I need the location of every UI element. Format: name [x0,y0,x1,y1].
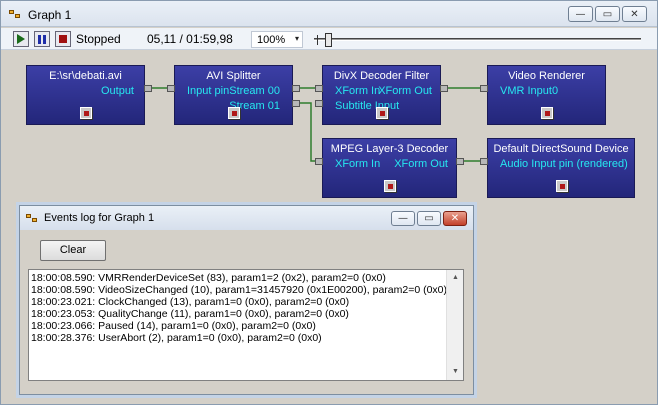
pin-label: VMR Input0 [500,85,559,97]
pin-label: XForm In [335,158,381,170]
graph-app-icon [9,10,21,19]
pin-label: Stream 00 [229,85,280,97]
graph-app-icon [26,214,38,223]
output-pin[interactable] [456,158,464,165]
properties-icon [84,111,89,116]
log-entry: 18:00:23.053: QualityChange (11), param1… [31,308,349,320]
filter-source-file[interactable]: E:\sr\debati.avi Output [26,65,152,125]
pin-label: Subtitle Input [335,100,400,112]
clear-button[interactable]: Clear [40,240,106,261]
filter-properties-button[interactable] [376,107,388,119]
filter-directsound-device[interactable]: Default DirectSound Device Audio Input p… [480,138,635,198]
properties-icon [388,184,393,189]
minimize-button[interactable]: — [568,6,593,22]
playback-time: 05,11 / 01:59,98 [147,32,233,46]
input-pin[interactable] [315,100,323,107]
filter-name: AVI Splitter [206,70,261,82]
input-pin[interactable] [315,85,323,92]
output-pin[interactable] [292,100,300,107]
events-maximize-button[interactable]: ▭ [417,211,441,226]
output-pin[interactable] [292,85,300,92]
filter-properties-button[interactable] [556,180,568,192]
events-log-list[interactable]: 18:00:08.590: VMRRenderDeviceSet (83), p… [28,269,464,381]
pause-icon [38,34,46,44]
maximize-icon: ▭ [602,8,613,20]
filter-properties-button[interactable] [384,180,396,192]
filter-divx-decoder[interactable]: DivX Decoder Filter XForm In XForm Out S… [315,65,448,125]
events-minimize-button[interactable]: — [391,211,415,226]
pause-button[interactable] [34,31,50,47]
output-pin[interactable] [440,85,448,92]
filter-properties-button[interactable] [541,107,553,119]
seek-start-tick [317,35,318,45]
title-bar[interactable]: Graph 1 — ▭ ✕ [1,1,657,27]
playback-state: Stopped [76,32,121,46]
log-scrollbar[interactable]: ▲ ▼ [446,270,463,380]
pin-label: XForm Out [378,85,432,97]
minimize-icon: — [575,8,586,20]
properties-icon [560,184,565,189]
events-log-dialog: Events log for Graph 1 — ▭ ✕ Clear 18:00… [19,205,474,395]
log-entry: 18:00:08.590: VideoSizeChanged (10), par… [31,284,448,296]
log-entry: 18:00:08.590: VMRRenderDeviceSet (83), p… [31,272,386,284]
stop-button[interactable] [55,31,71,47]
input-pin[interactable] [480,85,488,92]
output-pin[interactable] [144,85,152,92]
events-dialog-title: Events log for Graph 1 [44,212,155,224]
pin-label: XForm In [335,85,381,97]
maximize-icon: ▭ [424,213,434,224]
minimize-icon: — [398,213,408,224]
scroll-down-icon[interactable]: ▼ [447,364,464,380]
filter-name: Default DirectSound Device [493,143,629,155]
filter-properties-button[interactable] [80,107,92,119]
properties-icon [545,111,550,116]
seek-slider[interactable] [314,33,641,47]
play-button[interactable] [13,31,29,47]
chevron-down-icon: ▾ [294,34,299,43]
zoom-select[interactable]: 100% ▾ [251,31,303,48]
play-icon [17,34,25,44]
scroll-up-icon[interactable]: ▲ [447,270,464,286]
filter-name: E:\sr\debati.avi [49,70,122,82]
close-button[interactable]: ✕ [622,6,647,22]
events-title-bar[interactable]: Events log for Graph 1 — ▭ ✕ [20,206,473,230]
properties-icon [380,111,385,116]
filter-name: MPEG Layer-3 Decoder [330,143,449,155]
toolbar: Stopped 05,11 / 01:59,98 100% ▾ [1,28,657,50]
wire-stream01-to-mp3 [293,102,322,162]
filter-video-renderer[interactable]: Video Renderer VMR Input0 [480,65,606,125]
input-pin[interactable] [480,158,488,165]
events-close-button[interactable]: ✕ [443,211,467,226]
log-entry: 18:00:23.066: Paused (14), param1=0 (0x0… [31,320,316,332]
filter-mpeg-layer3-decoder[interactable]: MPEG Layer-3 Decoder XForm In XForm Out [315,138,464,198]
filter-avi-splitter[interactable]: AVI Splitter Input pin Stream 00 Stream … [167,65,300,125]
input-pin[interactable] [315,158,323,165]
pin-label: Audio Input pin (rendered) [500,158,628,170]
log-entry: 18:00:28.376: UserAbort (2), param1=0 (0… [31,332,322,344]
seek-thumb[interactable] [325,33,332,47]
pin-label: XForm Out [394,158,448,170]
input-pin[interactable] [167,85,175,92]
maximize-button[interactable]: ▭ [595,6,620,22]
log-entry: 18:00:23.021: ClockChanged (13), param1=… [31,296,350,308]
properties-icon [232,111,237,116]
filter-name: DivX Decoder Filter [333,70,430,82]
zoom-value: 100% [257,34,286,46]
filter-name: Video Renderer [508,70,585,82]
graph-window: Graph 1 — ▭ ✕ Stopped 05,11 / 01:59,98 1… [0,0,658,405]
window-title: Graph 1 [28,8,72,22]
pin-label: Input pin [187,85,230,97]
close-icon: ✕ [450,213,460,224]
close-icon: ✕ [630,8,639,20]
stop-icon [59,35,67,43]
filter-properties-button[interactable] [228,107,240,119]
pin-label: Output [100,85,134,97]
